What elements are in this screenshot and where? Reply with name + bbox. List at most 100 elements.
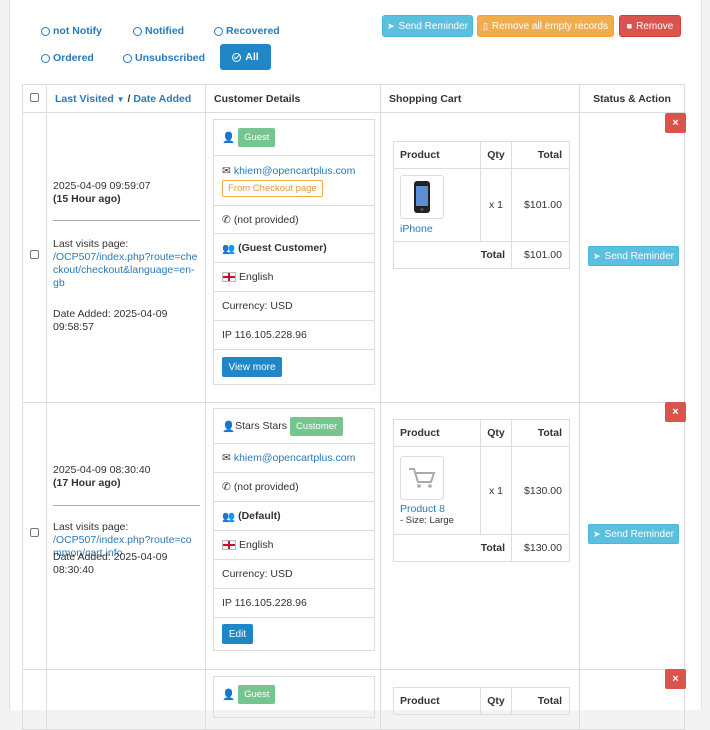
- row-checkbox[interactable]: [30, 250, 39, 259]
- paper-plane-icon: ➤: [592, 528, 601, 539]
- sort-last-visited-link[interactable]: Last Visited ▼: [55, 93, 125, 105]
- product-link[interactable]: Product 8: [400, 503, 480, 515]
- product-thumbnail[interactable]: [400, 455, 444, 500]
- delete-row-button[interactable]: ×: [665, 669, 686, 689]
- sort-date-added-link[interactable]: Date Added: [133, 93, 191, 105]
- cart-total-row: Total $130.00: [393, 534, 570, 562]
- close-icon: ×: [672, 673, 679, 685]
- send-reminder-row-button[interactable]: ➤ Send Reminder: [588, 524, 679, 544]
- row-checkbox[interactable]: [30, 528, 39, 537]
- phone-value: (not provided): [233, 213, 299, 226]
- flag-icon: [222, 540, 236, 550]
- table-header-row: Last Visited ▼ / Date Added Customer Det…: [22, 84, 685, 113]
- cart-total-row: Total $101.00: [393, 241, 570, 269]
- iphone-image: [414, 181, 430, 213]
- delete-row-button[interactable]: ×: [665, 402, 686, 422]
- currency-value: Currency: USD: [214, 292, 374, 321]
- product-thumbnail[interactable]: [400, 175, 444, 219]
- close-icon: ×: [672, 117, 679, 129]
- button-label: Remove: [636, 20, 674, 32]
- phone-value: (not provided): [233, 481, 299, 493]
- filter-unsubscribed[interactable]: Unsubscribed: [123, 52, 205, 64]
- language-value: English: [239, 539, 274, 551]
- remove-button[interactable]: ■ Remove: [619, 15, 681, 37]
- cart-col-product: Product: [393, 687, 481, 715]
- envelope-icon: ✉: [222, 452, 231, 464]
- cart-table: Product Qty Total: [393, 687, 570, 715]
- check-circle-icon: [232, 52, 242, 62]
- last-visited-time: 2025-04-09 08:30:40: [53, 464, 151, 476]
- email-link[interactable]: khiem@opencartplus.com: [234, 165, 356, 177]
- paper-plane-icon: ➤: [592, 250, 601, 261]
- filter-label: Recovered: [226, 25, 280, 37]
- customer-details-card: 👤 Guest ✉ khiem@opencartplus.com From Chec…: [213, 119, 375, 385]
- header-separator: /: [127, 92, 131, 105]
- customer-header: Customer Details: [205, 84, 381, 113]
- language-row: English: [214, 263, 374, 292]
- customer-type-badge: Customer: [290, 416, 344, 436]
- filter-all-button[interactable]: All: [220, 44, 271, 70]
- delete-row-button[interactable]: ×: [665, 113, 686, 133]
- email-row: ✉ khiem@opencartplus.com From Checkout pa…: [214, 156, 374, 206]
- cart-col-total: Total: [511, 141, 570, 169]
- filter-notified[interactable]: Notified: [133, 25, 184, 37]
- cart-total-label: Total: [393, 241, 512, 269]
- cart-item-row: Product 8 - Size: Large x 1 $130.00: [393, 446, 570, 535]
- phone-row: ✆ (not provided): [214, 206, 374, 234]
- header-label: Last Visited: [55, 92, 114, 105]
- radio-icon: [133, 26, 142, 36]
- cart-col-product: Product: [393, 419, 481, 447]
- customer-group: (Default): [238, 510, 281, 522]
- group-row: 👥 (Guest Customer): [214, 234, 374, 263]
- language-value: English: [239, 271, 274, 283]
- visits-label: Last visits page:: [53, 238, 129, 250]
- item-qty: x 1: [480, 168, 512, 242]
- divider: [53, 220, 200, 221]
- users-icon: 👥: [222, 510, 236, 523]
- view-more-button[interactable]: View more: [222, 357, 282, 377]
- customer-details-card: 👤 Guest: [213, 676, 375, 718]
- filter-recovered[interactable]: Recovered: [214, 25, 280, 37]
- edit-button[interactable]: Edit: [222, 624, 253, 644]
- action-row: View more: [214, 350, 374, 384]
- send-reminder-row-button[interactable]: ➤ Send Reminder: [588, 246, 679, 266]
- user-icon: 👤: [222, 420, 236, 433]
- cart-header-row: Product Qty Total: [393, 687, 570, 715]
- cart-col-qty: Qty: [480, 687, 512, 715]
- filter-ordered[interactable]: Ordered: [41, 52, 94, 64]
- language-row: English: [214, 531, 374, 560]
- cart-total-value: $101.00: [511, 241, 570, 269]
- remove-empty-records-button[interactable]: ▯ Remove all empty records: [477, 15, 614, 37]
- user-icon: 👤: [222, 132, 236, 144]
- radio-icon: [214, 26, 223, 36]
- radio-icon: [41, 26, 50, 36]
- product-option: - Size: Large: [400, 514, 454, 526]
- item-qty: x 1: [480, 446, 512, 535]
- select-all-checkbox[interactable]: [30, 92, 39, 102]
- time-ago: (15 Hour ago): [53, 193, 121, 205]
- paper-plane-icon: ➤: [386, 20, 395, 31]
- cart-header-row: Product Qty Total: [393, 141, 570, 169]
- last-visited-block: 2025-04-09 08:30:40 (17 Hour ago): [53, 464, 208, 490]
- button-label: Remove all empty records: [491, 20, 609, 32]
- last-visits-block: Last visits page: /OCP507/index.php?rout…: [53, 238, 200, 290]
- cart-col-qty: Qty: [480, 141, 512, 169]
- filter-label: All: [245, 51, 259, 63]
- product-link[interactable]: iPhone: [400, 223, 480, 235]
- visits-url-link[interactable]: /OCP507/index.php?route=checkout/checkou…: [53, 251, 200, 290]
- customer-type-badge: Guest: [238, 128, 276, 147]
- filter-not-notify[interactable]: not Notify: [41, 25, 102, 37]
- email-row: ✉ khiem@opencartplus.com: [214, 444, 374, 473]
- file-icon: ▯: [482, 20, 488, 31]
- status-header: Status & Action: [579, 84, 685, 113]
- envelope-icon: ✉: [222, 164, 231, 177]
- date-added: Date Added: 2025-04-09 09:58:57: [53, 308, 168, 333]
- phone-row: ✆ (not provided): [214, 473, 374, 502]
- email-link[interactable]: khiem@opencartplus.com: [234, 452, 356, 464]
- phone-icon: ✆: [222, 481, 231, 493]
- last-visited-header: Last Visited ▼ / Date Added: [46, 84, 206, 113]
- last-visited-time: 2025-04-09 09:59:07: [53, 180, 151, 192]
- item-price: $101.00: [511, 168, 570, 242]
- send-reminder-button[interactable]: ➤ Send Reminder: [382, 15, 473, 37]
- customer-name-row: 👤 Guest: [214, 120, 374, 156]
